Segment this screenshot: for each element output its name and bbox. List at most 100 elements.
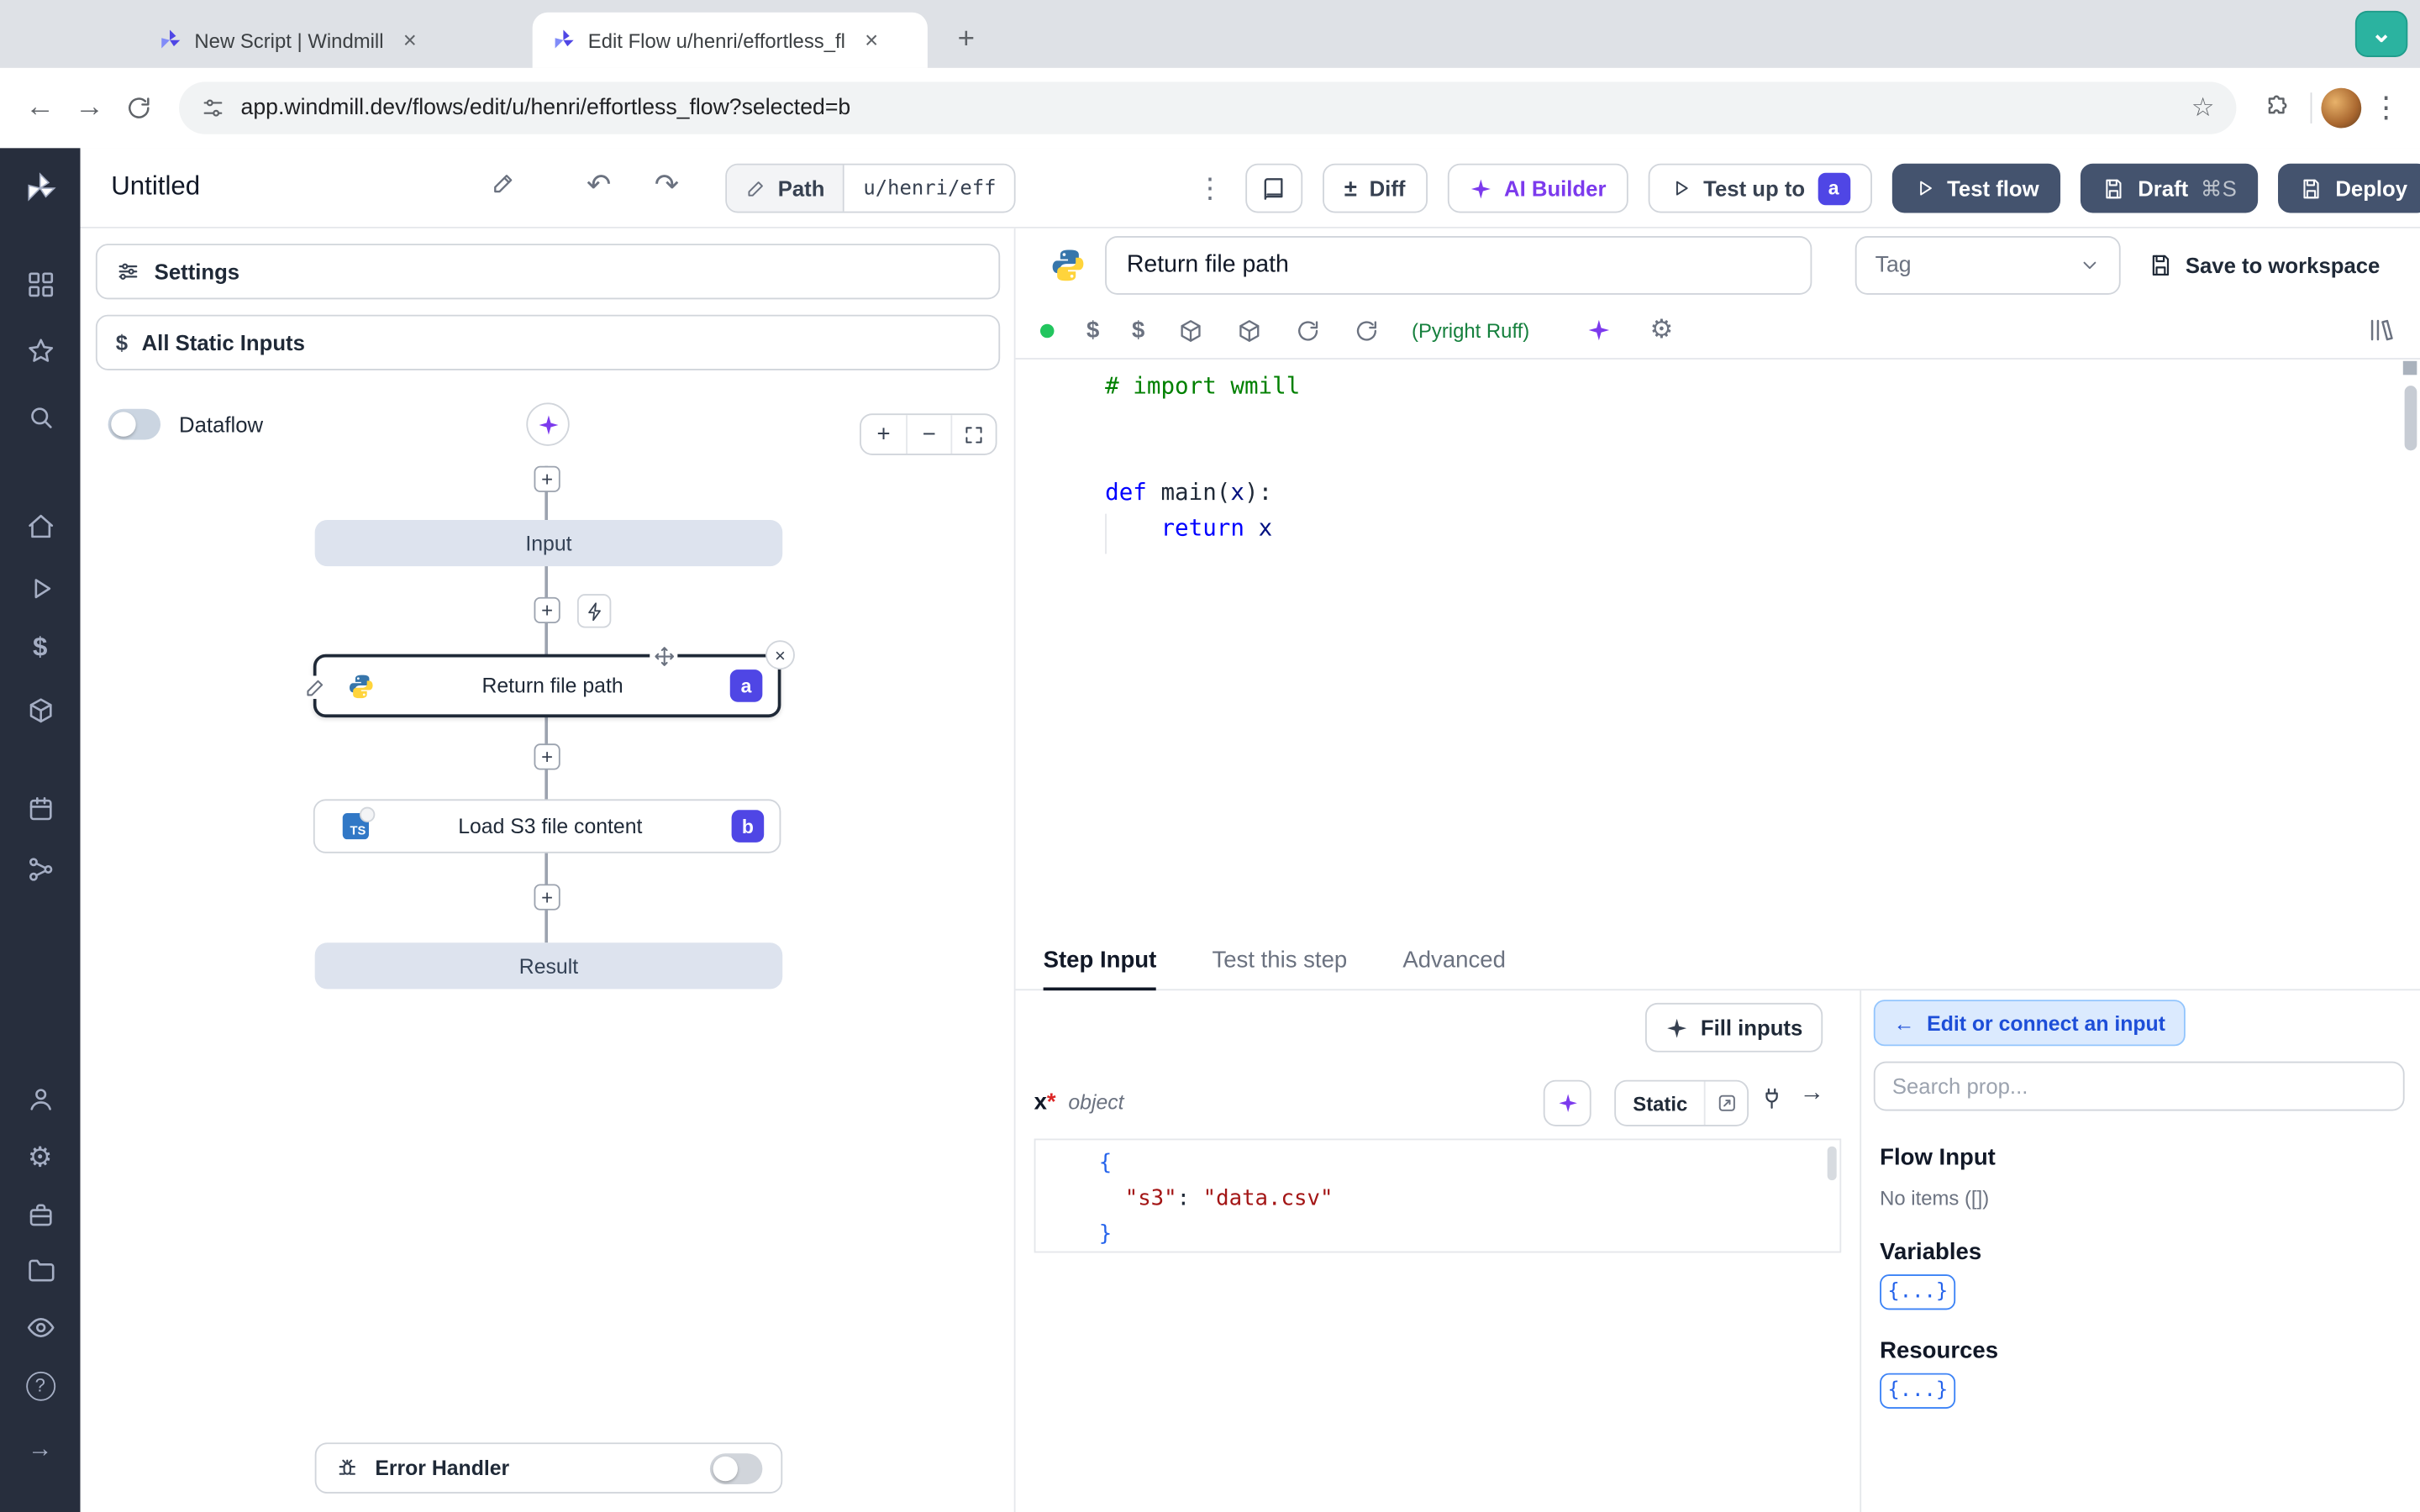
flow-settings-button[interactable]: Settings bbox=[95, 244, 1001, 300]
package-lock-icon[interactable] bbox=[1236, 317, 1262, 343]
prop-search-input[interactable] bbox=[1873, 1061, 2405, 1111]
connect-input-button[interactable] bbox=[1760, 1086, 1784, 1110]
expression-mode-button[interactable] bbox=[1706, 1082, 1748, 1125]
forward-button[interactable]: → bbox=[65, 83, 114, 133]
fill-inputs-button[interactable]: Fill inputs bbox=[1644, 1002, 1823, 1053]
ai-builder-button[interactable]: AI Builder bbox=[1447, 163, 1628, 213]
flow-ai-button[interactable] bbox=[526, 402, 570, 446]
resources-braces-button[interactable]: {...} bbox=[1880, 1373, 1956, 1409]
sidebar-item-apps[interactable] bbox=[18, 262, 61, 305]
ai-assist-icon[interactable] bbox=[1586, 318, 1611, 342]
json-arg-editor[interactable]: { "s3": "data.csv"} bbox=[1034, 1138, 1842, 1253]
sidebar-item-settings[interactable]: ⚙ bbox=[18, 1136, 61, 1179]
step-name-input[interactable] bbox=[1105, 236, 1812, 295]
package-icon[interactable] bbox=[1177, 317, 1203, 343]
all-static-inputs-button[interactable]: $ All Static Inputs bbox=[95, 314, 1001, 370]
refresh-icon[interactable] bbox=[1294, 317, 1320, 343]
add-step-button[interactable]: + bbox=[534, 884, 560, 911]
browser-extension-chevron-button[interactable]: ⌄ bbox=[2354, 10, 2408, 57]
flow-result-node[interactable]: Result bbox=[314, 942, 783, 990]
address-bar[interactable]: app.windmill.dev/flows/edit/u/henri/effo… bbox=[179, 81, 2237, 134]
sidebar-item-variables[interactable]: $ bbox=[18, 627, 61, 669]
profile-avatar[interactable] bbox=[2321, 87, 2362, 129]
flow-title[interactable]: Untitled bbox=[111, 171, 200, 202]
lint-status[interactable]: (Pyright Ruff) bbox=[1412, 318, 1529, 342]
step-node-b[interactable]: TS Load S3 file content b bbox=[313, 799, 781, 853]
reload-icon bbox=[129, 97, 150, 118]
expand-arg-button[interactable]: → bbox=[1800, 1080, 1824, 1108]
sidebar-item-workspace[interactable] bbox=[18, 1193, 61, 1236]
new-tab-button[interactable]: + bbox=[944, 18, 987, 61]
browser-tab-1[interactable]: New Script | Windmill × bbox=[139, 13, 524, 68]
sidebar-item-users[interactable] bbox=[18, 1077, 61, 1120]
editor-settings-button[interactable]: ⚙ bbox=[1650, 315, 1674, 346]
zoom-in-button[interactable]: + bbox=[861, 415, 906, 454]
calendar-icon bbox=[29, 796, 51, 820]
editor-scrollbar[interactable] bbox=[2404, 364, 2417, 926]
tab-step-input[interactable]: Step Input bbox=[1043, 932, 1157, 991]
sidebar-item-schedules[interactable] bbox=[18, 787, 61, 830]
step-node-a[interactable]: Return file path a bbox=[303, 654, 781, 718]
library-icon[interactable] bbox=[2368, 317, 2396, 344]
test-flow-button[interactable]: Test flow bbox=[1891, 163, 2061, 213]
undo-button[interactable]: ↶ bbox=[587, 168, 611, 203]
add-step-button[interactable]: + bbox=[534, 743, 560, 770]
tab-close-icon[interactable]: × bbox=[858, 26, 886, 54]
docs-button[interactable] bbox=[1245, 163, 1303, 213]
ai-fill-arg-button[interactable] bbox=[1543, 1079, 1591, 1126]
dataflow-toggle[interactable] bbox=[108, 408, 161, 440]
redo-button[interactable]: ↷ bbox=[655, 168, 679, 203]
sidebar-collapse-button[interactable]: → bbox=[18, 1429, 61, 1472]
sidebar-item-folders[interactable] bbox=[18, 1248, 61, 1291]
sidebar-item-help[interactable]: ? bbox=[18, 1364, 61, 1407]
flow-input-node[interactable]: Input bbox=[314, 519, 783, 567]
static-mode-button[interactable]: Static bbox=[1616, 1081, 1707, 1125]
sidebar-item-audit-logs[interactable] bbox=[18, 1305, 61, 1348]
reload-button[interactable] bbox=[114, 83, 164, 133]
sidebar-item-favorites[interactable] bbox=[18, 328, 61, 371]
sidebar-item-resources[interactable] bbox=[18, 688, 61, 731]
tab-close-icon[interactable]: × bbox=[396, 26, 424, 54]
json-scrollbar[interactable] bbox=[1827, 1146, 1837, 1181]
bookmark-star-icon[interactable]: ☆ bbox=[2191, 92, 2215, 123]
tab-test-this-step[interactable]: Test this step bbox=[1212, 931, 1347, 990]
add-variable-button[interactable]: $ bbox=[1086, 317, 1099, 343]
edit-title-button[interactable] bbox=[491, 170, 517, 196]
trigger-button[interactable] bbox=[576, 594, 612, 628]
fit-view-button[interactable] bbox=[950, 415, 995, 454]
error-handler-node[interactable]: Error Handler bbox=[314, 1442, 783, 1494]
sidebar-item-search[interactable] bbox=[18, 395, 61, 438]
deploy-button[interactable]: Deploy bbox=[2278, 163, 2420, 213]
edit-or-connect-button[interactable]: ← Edit or connect an input bbox=[1873, 1000, 2186, 1047]
save-to-workspace-button[interactable]: Save to workspace bbox=[2149, 253, 2380, 278]
browser-menu-button[interactable]: ⋮ bbox=[2361, 83, 2411, 133]
variables-braces-button[interactable]: {...} bbox=[1880, 1274, 1956, 1310]
diff-button[interactable]: ± Diff bbox=[1323, 163, 1428, 213]
code-editor[interactable]: # import wmill def main(x): return x bbox=[1015, 358, 2420, 932]
test-up-to-button[interactable]: Test up to a bbox=[1648, 163, 1872, 213]
sidebar-item-home[interactable] bbox=[18, 505, 61, 548]
add-step-button[interactable]: + bbox=[534, 596, 560, 624]
draft-button[interactable]: Draft ⌘S bbox=[2081, 163, 2259, 213]
sidebar-item-flows[interactable] bbox=[18, 847, 61, 890]
browser-toolbar: ← → app.windmill.dev/flows/edit/u/henri/… bbox=[0, 67, 2420, 149]
reset-icon[interactable] bbox=[1353, 317, 1379, 343]
move-step-handle[interactable] bbox=[650, 642, 678, 670]
delete-step-button[interactable]: × bbox=[765, 640, 795, 670]
edit-step-icon[interactable] bbox=[303, 675, 328, 700]
zoom-out-button[interactable]: − bbox=[906, 415, 950, 454]
sidebar-item-runs[interactable] bbox=[18, 566, 61, 609]
site-settings-icon[interactable] bbox=[201, 96, 225, 120]
tag-select[interactable]: Tag bbox=[1854, 236, 2121, 295]
windmill-logo[interactable] bbox=[18, 166, 61, 209]
error-handler-toggle[interactable] bbox=[709, 1452, 763, 1484]
path-control[interactable]: Path u/henri/eff bbox=[725, 163, 1017, 213]
path-edit-segment[interactable]: Path bbox=[727, 165, 845, 212]
browser-tab-2[interactable]: Edit Flow u/henri/effortless_fl × bbox=[532, 12, 928, 68]
add-step-button[interactable]: + bbox=[534, 465, 560, 492]
add-resource-button[interactable]: $ bbox=[1132, 317, 1144, 343]
tab-advanced[interactable]: Advanced bbox=[1402, 931, 1506, 990]
extensions-button[interactable] bbox=[2252, 83, 2302, 133]
more-options-button[interactable]: ⋮ bbox=[1195, 172, 1226, 205]
back-button[interactable]: ← bbox=[15, 83, 65, 133]
